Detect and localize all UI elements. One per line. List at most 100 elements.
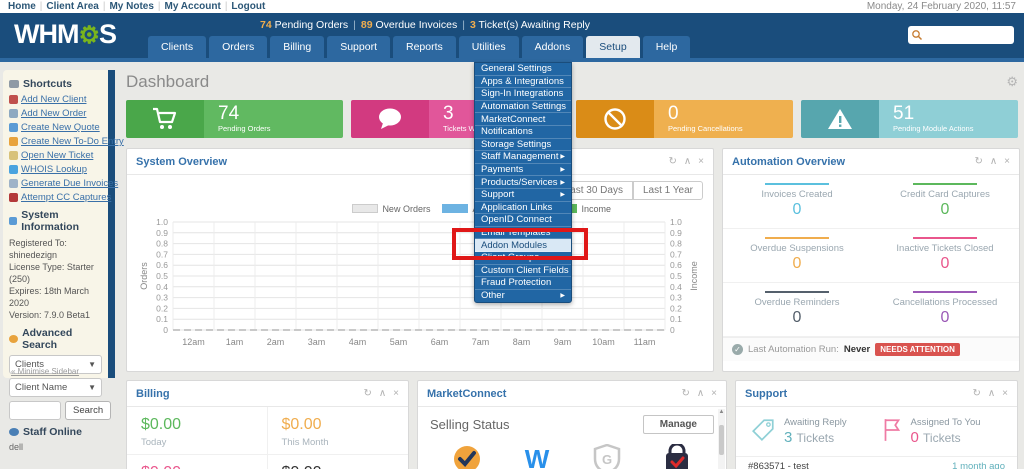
- menu-custom-client-fields[interactable]: Custom Client Fields: [475, 265, 571, 278]
- overdue-invoices-count[interactable]: 89: [361, 19, 373, 31]
- shortcut-add-new-order[interactable]: Add New Order: [9, 108, 102, 119]
- menu-client-groups[interactable]: Client Groups: [475, 252, 571, 265]
- scroll-up-arrow-icon[interactable]: ▲: [718, 409, 725, 415]
- search-input[interactable]: [926, 26, 1010, 44]
- whmcs-logo[interactable]: WHM⚙S: [14, 19, 116, 50]
- shortcut-link[interactable]: Add New Client: [21, 94, 86, 105]
- marketconnect-panel: MarketConnect ↻∧× Selling Status Manage …: [417, 380, 727, 469]
- search-icon: [911, 29, 923, 41]
- advanced-search-button[interactable]: Search: [65, 401, 111, 420]
- menu-notifications[interactable]: Notifications: [475, 126, 571, 139]
- range-1year-button[interactable]: Last 1 Year: [633, 181, 703, 200]
- shortcut-attempt-cc-captures[interactable]: Attempt CC Captures: [9, 192, 102, 203]
- refresh-icon[interactable]: ↻: [681, 388, 689, 399]
- minimise-sidebar-link[interactable]: « Minimise Sidebar: [11, 367, 79, 376]
- refresh-icon[interactable]: ↻: [363, 388, 371, 399]
- menu-support[interactable]: Support▶: [475, 189, 571, 202]
- shortcut-create-new-quote[interactable]: Create New Quote: [9, 122, 102, 133]
- tickets-awaiting-count[interactable]: 3: [470, 19, 476, 31]
- close-icon[interactable]: ×: [393, 388, 399, 399]
- shortcut-link[interactable]: Add New Order: [21, 108, 86, 119]
- tickets-awaiting-link[interactable]: Ticket(s) Awaiting Reply: [479, 19, 590, 31]
- menu-email-templates[interactable]: Email Templates: [475, 227, 571, 240]
- shortcut-link[interactable]: Create New To-Do Entry: [21, 136, 124, 147]
- dashboard-settings-gear-icon[interactable]: ⚙: [1006, 74, 1018, 90]
- menu-apps-integrations[interactable]: Apps & Integrations: [475, 76, 571, 89]
- stat-pending-cancellations[interactable]: 0Pending Cancellations: [576, 100, 793, 138]
- cc-capture-icon: [9, 193, 18, 202]
- ticket-row[interactable]: #863571 - test1 month ago: [736, 457, 1017, 469]
- product-website-builder[interactable]: W Website Builder: [502, 444, 572, 469]
- product-website-security[interactable]: Website Security: [642, 444, 712, 469]
- svg-text:6am: 6am: [431, 337, 449, 347]
- menu-application-links[interactable]: Application Links: [475, 202, 571, 215]
- shortcut-link[interactable]: Create New Quote: [21, 122, 100, 133]
- shortcut-link[interactable]: WHOIS Lookup: [21, 164, 87, 175]
- shortcuts-icon: [9, 80, 19, 88]
- add-order-icon: [9, 109, 18, 118]
- tab-help[interactable]: Help: [643, 36, 691, 58]
- pending-orders-count[interactable]: 74: [260, 19, 272, 31]
- collapse-icon[interactable]: ∧: [697, 388, 704, 399]
- util-link-home[interactable]: Home: [8, 1, 36, 12]
- tab-reports[interactable]: Reports: [393, 36, 456, 58]
- util-link-my-account[interactable]: My Account: [165, 1, 221, 12]
- tab-clients[interactable]: Clients: [148, 36, 206, 58]
- pending-orders-link[interactable]: Pending Orders: [275, 19, 349, 31]
- submenu-arrow-icon: ▶: [560, 153, 565, 160]
- tab-setup[interactable]: Setup: [586, 36, 639, 58]
- shortcut-link[interactable]: Open New Ticket: [21, 150, 93, 161]
- collapse-icon[interactable]: ∧: [684, 156, 691, 167]
- scrollbar[interactable]: ▲: [718, 409, 725, 469]
- menu-addon-modules[interactable]: Addon Modules: [475, 239, 571, 252]
- tab-addons[interactable]: Addons: [522, 36, 584, 58]
- ticket-id[interactable]: #863571 - test: [748, 461, 809, 469]
- menu-payments[interactable]: Payments▶: [475, 164, 571, 177]
- menu-label: Email Templates: [481, 227, 551, 238]
- menu-openid-connect[interactable]: OpenID Connect: [475, 214, 571, 227]
- overdue-invoices-link[interactable]: Overdue Invoices: [376, 19, 458, 31]
- refresh-icon[interactable]: ↻: [668, 156, 676, 167]
- menu-other[interactable]: Other▶: [475, 290, 571, 303]
- collapse-icon[interactable]: ∧: [379, 388, 386, 399]
- tab-orders[interactable]: Orders: [209, 36, 267, 58]
- util-link-logout[interactable]: Logout: [231, 1, 265, 12]
- menu-marketconnect[interactable]: MarketConnect: [475, 113, 571, 126]
- billing-this-year: $0.00This Year: [127, 455, 268, 469]
- refresh-icon[interactable]: ↻: [972, 388, 980, 399]
- close-icon[interactable]: ×: [698, 156, 704, 167]
- advanced-search-input[interactable]: [9, 401, 61, 420]
- menu-storage-settings[interactable]: Storage Settings: [475, 139, 571, 152]
- collapse-icon[interactable]: ∧: [988, 388, 995, 399]
- util-link-my-notes[interactable]: My Notes: [109, 1, 153, 12]
- shortcut-open-new-ticket[interactable]: Open New Ticket: [9, 150, 102, 161]
- shortcut-link[interactable]: Generate Due Invoices: [21, 178, 118, 189]
- close-icon[interactable]: ×: [1002, 388, 1008, 399]
- close-icon[interactable]: ×: [1004, 156, 1010, 167]
- product-website-backup[interactable]: G Website Backup: [572, 444, 642, 469]
- collapse-icon[interactable]: ∧: [990, 156, 997, 167]
- manage-button[interactable]: Manage: [643, 415, 714, 434]
- tab-support[interactable]: Support: [327, 36, 390, 58]
- shortcut-link[interactable]: Attempt CC Captures: [21, 192, 111, 203]
- shortcut-generate-due-invoices[interactable]: Generate Due Invoices: [9, 178, 102, 189]
- refresh-icon[interactable]: ↻: [974, 156, 982, 167]
- shortcut-whois-lookup[interactable]: WHOIS Lookup: [9, 164, 102, 175]
- util-link-client-area[interactable]: Client Area: [46, 1, 98, 12]
- product-ssl-certificates[interactable]: SSL Certificates: [432, 444, 502, 469]
- tab-utilities[interactable]: Utilities: [459, 36, 519, 58]
- stat-pending-orders[interactable]: 74Pending Orders: [126, 100, 343, 138]
- search-field-select[interactable]: Client Name▼: [9, 378, 102, 397]
- close-icon[interactable]: ×: [711, 388, 717, 399]
- stat-pending-module-actions[interactable]: 51Pending Module Actions: [801, 100, 1018, 138]
- menu-signin-integrations[interactable]: Sign-In Integrations: [475, 88, 571, 101]
- menu-fraud-protection[interactable]: Fraud Protection: [475, 277, 571, 290]
- scroll-thumb[interactable]: [719, 425, 724, 455]
- tab-billing[interactable]: Billing: [270, 36, 324, 58]
- menu-automation-settings[interactable]: Automation Settings: [475, 101, 571, 114]
- shortcut-add-new-client[interactable]: Add New Client: [9, 94, 102, 105]
- menu-products-services[interactable]: Products/Services▶: [475, 176, 571, 189]
- shortcut-create-todo[interactable]: Create New To-Do Entry: [9, 136, 102, 147]
- menu-staff-management[interactable]: Staff Management▶: [475, 151, 571, 164]
- menu-general-settings[interactable]: General Settings: [475, 63, 571, 76]
